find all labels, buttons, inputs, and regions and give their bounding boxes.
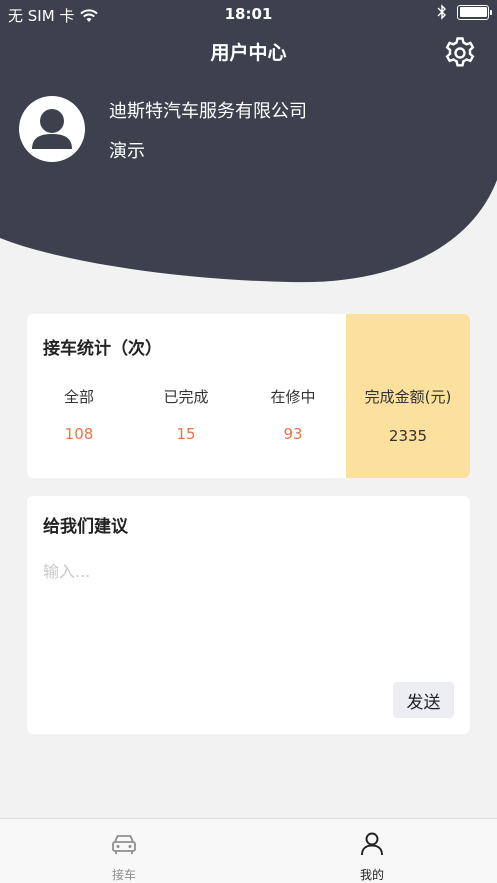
settings-gear-icon[interactable] (443, 36, 477, 70)
stat-completed[interactable]: 已完成 15 (146, 386, 226, 443)
stat-total[interactable]: 全部 108 (39, 386, 119, 443)
user-avatar-icon (32, 109, 72, 149)
company-name: 迪斯特汽车服务有限公司 (109, 101, 307, 122)
amount-label: 完成金额(元) (364, 388, 452, 406)
pickup-stats-card: 接车统计（次） 全部 108 已完成 15 在修中 93 完成金额(元) 233… (27, 314, 470, 478)
stat-value: 108 (64, 425, 94, 443)
stat-label: 在修中 (270, 388, 316, 406)
avatar[interactable] (19, 96, 85, 162)
stat-value: 93 (283, 425, 303, 443)
tab-mine[interactable]: 我的 (310, 819, 434, 883)
stat-label: 已完成 (163, 388, 209, 406)
user-icon (361, 832, 383, 856)
stats-title: 接车统计（次） (43, 339, 162, 359)
amount-value: 2335 (388, 427, 428, 445)
status-bar: 无 SIM 卡 18:01 (0, 0, 497, 28)
tab-bar: 接车 我的 (0, 818, 497, 883)
suggestion-card: 给我们建议 发送 (27, 496, 470, 734)
user-name: 演示 (109, 141, 145, 162)
suggestion-title: 给我们建议 (43, 517, 128, 537)
tab-label: 我的 (359, 868, 384, 882)
tab-label: 接车 (111, 868, 136, 882)
stat-in-repair[interactable]: 在修中 93 (253, 386, 333, 443)
tab-pickup[interactable]: 接车 (62, 819, 186, 883)
stat-value: 15 (176, 425, 196, 443)
stat-label: 全部 (63, 388, 94, 406)
car-icon (112, 835, 136, 854)
suggestion-input[interactable] (43, 558, 453, 658)
battery-icon (457, 4, 492, 20)
completed-amount-panel: 完成金额(元) 2335 (346, 314, 470, 478)
bluetooth-icon (437, 4, 446, 20)
page-title: 用户中心 (210, 42, 287, 64)
status-right (437, 4, 492, 20)
send-button[interactable]: 发送 (393, 682, 454, 718)
status-time: 18:01 (224, 5, 273, 23)
